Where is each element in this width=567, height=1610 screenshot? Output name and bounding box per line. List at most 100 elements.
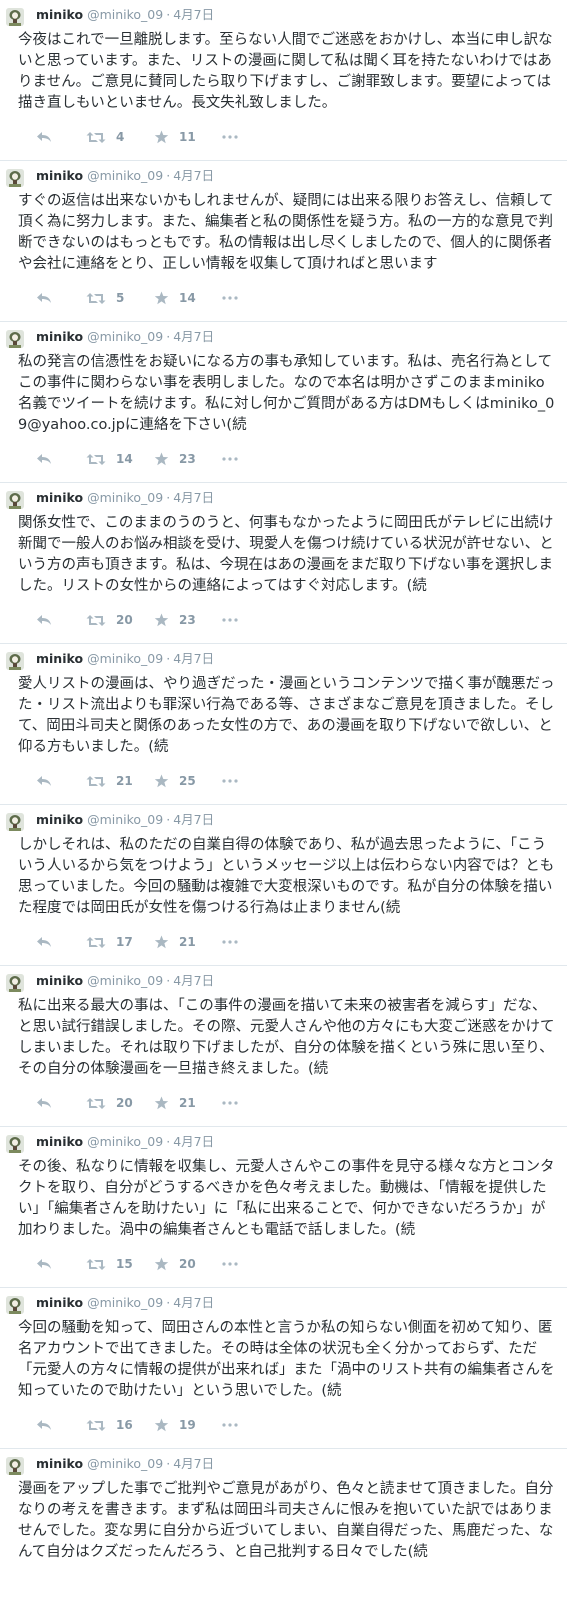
tweet-actions: 17 21 [36,919,557,965]
more-button[interactable] [222,940,238,944]
reply-button[interactable] [36,1419,86,1431]
tweet[interactable]: miniko @miniko_09 · 4月7日 愛人リストの漫画は、やり過ぎだった・… [0,644,567,805]
more-button[interactable] [222,779,238,783]
favorite-button[interactable]: 20 [154,1257,222,1271]
tweet[interactable]: miniko @miniko_09 · 4月7日 私の発言の信憑性をお疑いになる方の事… [0,322,567,483]
author-handle[interactable]: @miniko_09 [87,490,163,505]
more-button[interactable] [222,1101,238,1105]
favorite-button[interactable]: 23 [154,613,222,627]
tweet-timeline: miniko @miniko_09 · 4月7日 今夜はこれで一旦離脱します。至らない… [0,0,567,1563]
tweet[interactable]: miniko @miniko_09 · 4月7日 その後、私なりに情報を収集し、元愛人… [0,1127,567,1288]
author-name[interactable]: miniko [36,7,83,22]
avatar[interactable] [6,974,24,992]
author-handle[interactable]: @miniko_09 [87,168,163,183]
author-name[interactable]: miniko [36,1134,83,1149]
retweet-icon [86,292,106,304]
author-handle[interactable]: @miniko_09 [87,329,163,344]
retweet-button[interactable]: 16 [86,1418,154,1432]
avatar[interactable] [6,1296,24,1314]
retweet-icon [86,614,106,626]
retweet-button[interactable]: 20 [86,613,154,627]
tweet-text: 関係女性で、このままのうのうと、何事もなかったように岡田氏がテレビに出続け新聞で… [18,515,554,594]
tweet[interactable]: miniko @miniko_09 · 4月7日 すぐの返信は出来ないかもしれませんが… [0,161,567,322]
author-handle[interactable]: @miniko_09 [87,812,163,827]
author-name[interactable]: miniko [36,168,83,183]
tweet[interactable]: miniko @miniko_09 · 4月7日 今夜はこれで一旦離脱します。至らない… [0,0,567,161]
tweet-timestamp[interactable]: 4月7日 [173,973,214,988]
avatar[interactable] [6,1457,24,1475]
tweet[interactable]: miniko @miniko_09 · 4月7日 しかしそれは、私のただの自業自得の体… [0,805,567,966]
reply-button[interactable] [36,131,86,143]
favorite-button[interactable]: 11 [154,130,222,144]
avatar[interactable] [6,8,24,26]
more-button[interactable] [222,1262,238,1266]
separator-dot: · [166,1456,171,1471]
tweet-timestamp[interactable]: 4月7日 [173,329,214,344]
retweet-icon [86,131,106,143]
tweet-header: miniko @miniko_09 · 4月7日 [36,167,557,185]
retweet-button[interactable]: 15 [86,1257,154,1271]
author-handle[interactable]: @miniko_09 [87,1295,163,1310]
author-name[interactable]: miniko [36,329,83,344]
author-name[interactable]: miniko [36,651,83,666]
tweet[interactable]: miniko @miniko_09 · 4月7日 私に出来る最大の事は、「この事件の漫… [0,966,567,1127]
favorite-button[interactable]: 19 [154,1418,222,1432]
tweet-timestamp[interactable]: 4月7日 [173,1295,214,1310]
reply-button[interactable] [36,614,86,626]
favorite-button[interactable]: 14 [154,291,222,305]
author-name[interactable]: miniko [36,812,83,827]
more-icon [222,940,238,944]
tweet[interactable]: miniko @miniko_09 · 4月7日 関係女性で、このままのうのうと、何事… [0,483,567,644]
avatar[interactable] [6,813,24,831]
tweet-timestamp[interactable]: 4月7日 [173,490,214,505]
tweet-timestamp[interactable]: 4月7日 [173,812,214,827]
avatar-image [6,974,24,992]
retweet-button[interactable]: 17 [86,935,154,949]
tweet-timestamp[interactable]: 4月7日 [173,1456,214,1471]
author-handle[interactable]: @miniko_09 [87,651,163,666]
retweet-button[interactable]: 20 [86,1096,154,1110]
reply-button[interactable] [36,1097,86,1109]
reply-icon [37,1259,51,1269]
avatar[interactable] [6,652,24,670]
author-name[interactable]: miniko [36,1456,83,1471]
avatar[interactable] [6,330,24,348]
tweet[interactable]: miniko @miniko_09 · 4月7日 漫画をアップした事でご批判やご意見が… [0,1449,567,1563]
tweet-timestamp[interactable]: 4月7日 [173,651,214,666]
author-name[interactable]: miniko [36,1295,83,1310]
author-handle[interactable]: @miniko_09 [87,1456,163,1471]
author-handle[interactable]: @miniko_09 [87,7,163,22]
retweet-button[interactable]: 5 [86,291,154,305]
author-name[interactable]: miniko [36,490,83,505]
author-name[interactable]: miniko [36,973,83,988]
tweet-actions: 5 14 [36,275,557,321]
author-handle[interactable]: @miniko_09 [87,973,163,988]
tweet[interactable]: miniko @miniko_09 · 4月7日 今回の騒動を知って、岡田さんの本性と… [0,1288,567,1449]
more-button[interactable] [222,457,238,461]
retweet-button[interactable]: 21 [86,774,154,788]
tweet-timestamp[interactable]: 4月7日 [173,168,214,183]
favorite-button[interactable]: 25 [154,774,222,788]
more-button[interactable] [222,135,238,139]
more-button[interactable] [222,296,238,300]
reply-button[interactable] [36,775,86,787]
avatar[interactable] [6,1135,24,1153]
reply-button[interactable] [36,1258,86,1270]
reply-button[interactable] [36,453,86,465]
favorite-button[interactable]: 21 [154,935,222,949]
star-icon [154,291,169,305]
tweet-timestamp[interactable]: 4月7日 [173,7,214,22]
author-handle[interactable]: @miniko_09 [87,1134,163,1149]
avatar[interactable] [6,169,24,187]
more-button[interactable] [222,1423,238,1427]
favorite-button[interactable]: 21 [154,1096,222,1110]
reply-button[interactable] [36,936,86,948]
tweet-timestamp[interactable]: 4月7日 [173,1134,214,1149]
retweet-button[interactable]: 14 [86,452,154,466]
avatar[interactable] [6,491,24,509]
retweet-count: 4 [116,130,125,144]
retweet-button[interactable]: 4 [86,130,154,144]
reply-button[interactable] [36,292,86,304]
favorite-button[interactable]: 23 [154,452,222,466]
more-button[interactable] [222,618,238,622]
